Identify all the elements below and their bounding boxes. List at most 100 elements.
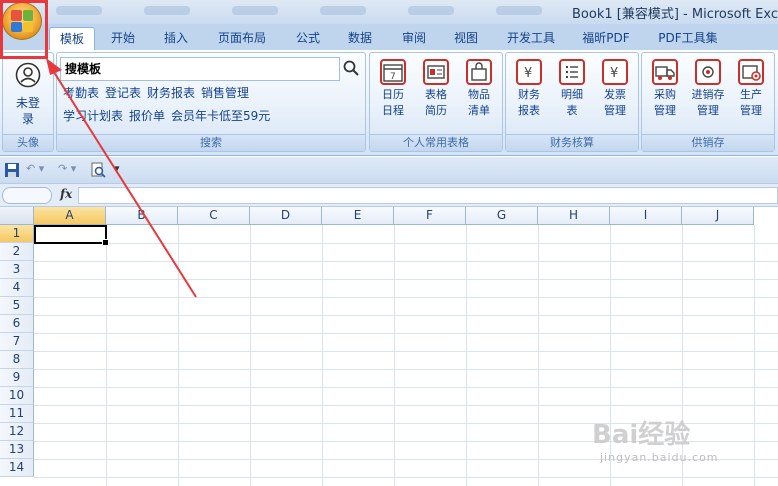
grid-column-line <box>250 225 251 486</box>
calendar-schedule-button[interactable]: 7 日历 日程 <box>373 59 413 119</box>
chip-financial-report[interactable]: 财务报表 <box>147 84 195 101</box>
row-header[interactable]: 5 <box>0 297 34 315</box>
row-header[interactable]: 10 <box>0 387 34 405</box>
financial-report-button[interactable]: ¥ 财务 报表 <box>509 59 549 119</box>
row-header[interactable]: 4 <box>0 279 34 297</box>
print-preview-icon[interactable] <box>90 162 106 178</box>
tab-template[interactable]: 模板 <box>49 27 95 50</box>
truck-icon <box>652 59 678 85</box>
login-label[interactable]: 未登 录 <box>3 95 53 127</box>
row-header[interactable]: 9 <box>0 369 34 387</box>
production-management-button[interactable]: 生产 管理 <box>731 59 771 119</box>
chip-quotation[interactable]: 报价单 <box>129 107 165 124</box>
grid-row-line <box>34 261 778 262</box>
detail-table-button[interactable]: 明细 表 <box>552 59 592 119</box>
formula-input[interactable] <box>78 187 778 204</box>
select-all-corner[interactable] <box>0 207 34 225</box>
column-header[interactable]: H <box>538 207 610 225</box>
grid-row-line <box>34 297 778 298</box>
chip-registration[interactable]: 登记表 <box>105 84 141 101</box>
chip-attendance[interactable]: 考勤表 <box>63 84 99 101</box>
tab-formulas[interactable]: 公式 <box>285 27 331 50</box>
invoice-button[interactable]: ¥ 发票 管理 <box>595 59 635 119</box>
column-header[interactable]: D <box>250 207 322 225</box>
row-header[interactable]: 7 <box>0 333 34 351</box>
item-list-label-1: 物品 <box>468 88 490 101</box>
svg-text:¥: ¥ <box>610 66 618 81</box>
login-label-line2: 录 <box>21 112 34 126</box>
group-label-search: 搜索 <box>57 134 365 151</box>
row-header[interactable]: 1 <box>0 225 34 243</box>
svg-text:¥: ¥ <box>524 66 532 81</box>
column-header[interactable]: F <box>394 207 466 225</box>
chip-sales-management[interactable]: 销售管理 <box>201 84 249 101</box>
column-header[interactable]: J <box>682 207 754 225</box>
tab-view[interactable]: 视图 <box>443 27 489 50</box>
detail-table-label-1: 明细 <box>561 88 583 101</box>
name-box[interactable] <box>2 187 52 204</box>
formula-bar: fx <box>0 183 778 207</box>
column-header[interactable]: E <box>322 207 394 225</box>
active-cell-a1[interactable] <box>34 225 109 246</box>
tab-developer[interactable]: 开发工具 <box>496 27 566 50</box>
quick-access-toolbar: ↶ ▾ ↷ ▾ ▾ <box>0 157 778 183</box>
detail-table-label-2: 表 <box>566 104 578 117</box>
redo-icon[interactable]: ↷ ▾ <box>58 162 76 178</box>
row-header[interactable]: 11 <box>0 405 34 423</box>
tab-pdf-tools[interactable]: PDF工具集 <box>650 27 726 50</box>
tab-data[interactable]: 数据 <box>337 27 383 50</box>
row-header[interactable]: 13 <box>0 441 34 459</box>
row-header[interactable]: 2 <box>0 243 34 261</box>
invoice-icon: ¥ <box>602 59 628 85</box>
item-list-label-2: 清单 <box>468 104 490 117</box>
quick-template-row-1: 考勤表 登记表 财务报表 销售管理 <box>63 84 249 101</box>
resume-button[interactable]: 表格 简历 <box>416 59 456 119</box>
tab-review[interactable]: 审阅 <box>391 27 437 50</box>
chip-membership-promo[interactable]: 会员年卡低至59元 <box>171 107 270 124</box>
column-header[interactable]: A <box>34 207 106 225</box>
column-header[interactable]: B <box>106 207 178 225</box>
row-header[interactable]: 14 <box>0 459 34 477</box>
item-list-button[interactable]: 物品 清单 <box>459 59 499 119</box>
grid-row-line <box>34 279 778 280</box>
avatar-group: 未登 录 头像 <box>2 52 54 152</box>
personal-tables-group: 7 日历 日程 表格 简历 物品 清单 个人常用表格 <box>369 52 503 152</box>
row-header[interactable]: 8 <box>0 351 34 369</box>
chip-study-plan[interactable]: 学习计划表 <box>63 107 123 124</box>
purchase-management-button[interactable]: 采购 管理 <box>645 59 685 119</box>
production-label-2: 管理 <box>740 104 762 117</box>
column-header[interactable]: G <box>466 207 538 225</box>
avatar-icon[interactable] <box>15 62 41 88</box>
grid-row-line <box>34 387 778 388</box>
column-header[interactable]: I <box>610 207 682 225</box>
search-group: 搜模板 考勤表 登记表 财务报表 销售管理 学习计划表 报价单 会员年卡低至59… <box>56 52 366 152</box>
tab-home[interactable]: 开始 <box>100 27 146 50</box>
search-icon[interactable] <box>342 59 360 77</box>
annotation-highlight-box <box>0 0 48 59</box>
template-search-input[interactable]: 搜模板 <box>60 57 340 81</box>
tab-foxit-pdf[interactable]: 福昕PDF <box>573 27 639 50</box>
tab-page-layout[interactable]: 页面布局 <box>208 27 276 50</box>
customize-qat-icon[interactable]: ▾ <box>114 162 120 178</box>
grid-row-line <box>34 315 778 316</box>
fx-icon[interactable]: fx <box>60 187 72 201</box>
inventory-label-2: 管理 <box>697 104 719 117</box>
grid-row-line <box>34 351 778 352</box>
undo-icon[interactable]: ↶ ▾ <box>26 162 44 178</box>
grid-column-line <box>754 225 755 486</box>
column-header[interactable]: C <box>178 207 250 225</box>
group-label-finance: 财务核算 <box>506 134 638 151</box>
inventory-management-button[interactable]: 进销存 管理 <box>688 59 728 119</box>
login-label-line1: 未登 <box>15 96 40 110</box>
quick-template-row-2: 学习计划表 报价单 会员年卡低至59元 <box>63 107 270 124</box>
list-icon <box>559 59 585 85</box>
row-header[interactable]: 3 <box>0 261 34 279</box>
calendar-icon: 7 <box>380 59 406 85</box>
row-header[interactable]: 12 <box>0 423 34 441</box>
row-header[interactable]: 6 <box>0 315 34 333</box>
baidu-watermark: Bai经验 <box>592 420 691 450</box>
ribbon-tab-bar: 模板 开始 插入 页面布局 公式 数据 审阅 视图 开发工具 福昕PDF PDF… <box>0 24 778 50</box>
tab-insert[interactable]: 插入 <box>153 27 199 50</box>
grid-column-line <box>538 225 539 486</box>
save-icon[interactable] <box>4 162 20 178</box>
